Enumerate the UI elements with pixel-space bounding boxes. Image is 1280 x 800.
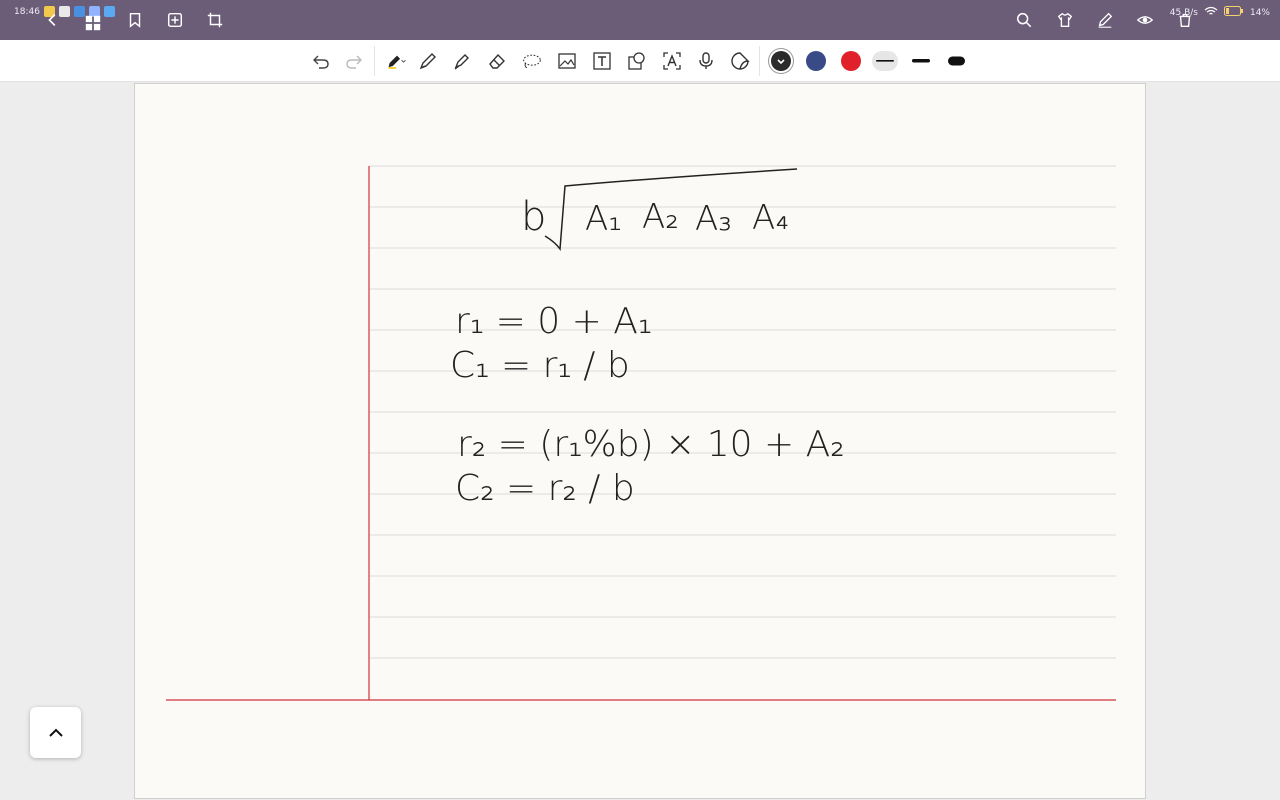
handwriting-layer[interactable]: b A₁ A₂ A₃ A₄ r₁ = 0 + A₁ C₁ = r₁ / b r₂… <box>135 84 1147 800</box>
fountain-pen-button[interactable] <box>414 48 442 74</box>
battery-level: 14% <box>1249 7 1270 18</box>
stroke-thick-button[interactable] <box>944 51 970 71</box>
stroke-medium-button[interactable] <box>908 51 934 71</box>
toolbar-divider <box>759 46 760 76</box>
equation-line-3: r₂ = (r₁%b) × 10 + A₂ <box>457 424 845 465</box>
equation-line-1: r₁ = 0 + A₁ <box>455 301 652 342</box>
voice-record-button[interactable] <box>692 48 720 74</box>
division-divisor: b <box>521 194 546 240</box>
eraser-button[interactable] <box>483 48 511 74</box>
color-swatch-red[interactable] <box>841 51 861 71</box>
undo-button[interactable] <box>307 48 335 74</box>
dividend-a2: A₂ <box>642 197 679 237</box>
highlighter-button[interactable] <box>448 48 476 74</box>
net-speed: 45 B/s <box>1169 7 1198 18</box>
bookmark-icon[interactable] <box>124 9 146 31</box>
ocr-button[interactable] <box>658 48 686 74</box>
pen-edit-icon[interactable] <box>1094 9 1116 31</box>
title-bar: 18:46 45 B/s 14% <box>0 0 1280 40</box>
add-page-icon[interactable] <box>164 9 186 31</box>
app-icon <box>103 6 115 17</box>
crop-icon[interactable] <box>204 9 226 31</box>
search-icon[interactable] <box>1013 9 1035 31</box>
chevron-up-icon <box>48 728 63 737</box>
shirt-icon[interactable] <box>1054 9 1076 31</box>
battery-icon <box>1223 6 1244 19</box>
redo-button[interactable] <box>340 48 368 74</box>
color-swatch-blue[interactable] <box>806 51 826 71</box>
sticker-button[interactable] <box>726 48 754 74</box>
dividend-a4: A₄ <box>752 198 789 238</box>
lasso-button[interactable] <box>518 48 546 74</box>
dividend-a1: A₁ <box>585 199 622 239</box>
reading-mode-icon[interactable] <box>1134 9 1156 31</box>
status-time: 18:46 <box>14 6 40 17</box>
scroll-to-top-button[interactable] <box>30 707 81 758</box>
stroke-thin-button[interactable] <box>872 51 898 71</box>
drawing-toolbar <box>0 40 1280 82</box>
toolbar-divider <box>374 46 375 76</box>
pen-tool-button[interactable] <box>381 48 413 74</box>
note-page[interactable]: b A₁ A₂ A₃ A₄ r₁ = 0 + A₁ C₁ = r₁ / b r₂… <box>134 83 1146 799</box>
grid-view-icon[interactable] <box>84 14 102 32</box>
image-insert-button[interactable] <box>553 48 581 74</box>
shape-button[interactable] <box>623 48 651 74</box>
color-swatch-black[interactable] <box>771 51 791 71</box>
text-box-button[interactable] <box>588 48 616 74</box>
wifi-icon <box>1204 6 1218 19</box>
back-icon[interactable] <box>42 9 64 31</box>
dividend-a3: A₃ <box>695 199 732 239</box>
status-bar-right: 45 B/s 14% <box>1170 6 1270 19</box>
equation-line-2: C₁ = r₁ / b <box>450 345 630 386</box>
equation-line-4: C₂ = r₂ / b <box>455 468 635 509</box>
